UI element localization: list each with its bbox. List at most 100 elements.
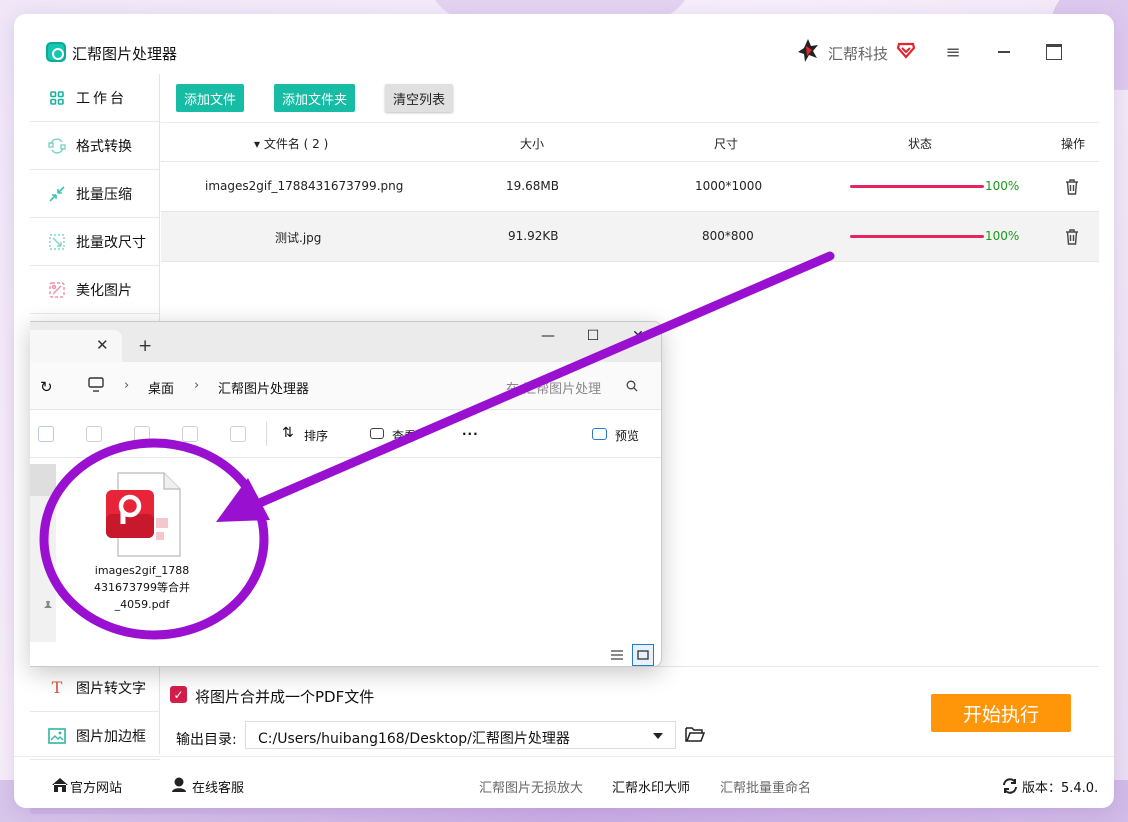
start-button[interactable]: 开始执行	[931, 694, 1071, 732]
sidebar-item-label: 美化图片	[76, 282, 132, 299]
convert-icon	[47, 136, 67, 156]
website-link[interactable]: 官方网站	[70, 777, 122, 796]
delete-icon[interactable]	[230, 426, 246, 442]
progress-percent: 100%	[985, 179, 1020, 193]
chevron-down-icon	[653, 733, 663, 739]
progress-bar	[850, 235, 984, 238]
footer-link-rename[interactable]: 汇帮批量重命名	[720, 777, 811, 796]
sidebar-item-add-frame[interactable]: 图片加边框	[30, 712, 160, 760]
more-options-button[interactable]: ···	[462, 427, 479, 441]
support-link[interactable]: 在线客服	[192, 777, 244, 796]
refresh-icon[interactable]	[1002, 778, 1018, 794]
output-dir-select[interactable]: C:/Users/huibang168/Desktop/汇帮图片处理器	[245, 721, 676, 749]
add-file-button[interactable]: 添加文件	[176, 84, 245, 112]
sidebar-item-label: 批量压缩	[76, 186, 132, 203]
beautify-icon	[47, 280, 67, 300]
sort-icon: ⇅	[282, 425, 294, 441]
menu-icon[interactable]: ≡	[938, 38, 968, 66]
pin-icon	[44, 601, 52, 612]
vip-icon[interactable]	[896, 40, 916, 60]
column-header-status: 状态	[908, 137, 933, 151]
explorer-address-bar: ↻ › 桌面 › 汇帮图片处理器 在 汇帮图片处理	[30, 362, 661, 410]
sidebar-item-resize[interactable]: 批量改尺寸	[30, 218, 160, 266]
tiles-view-icon[interactable]	[632, 644, 654, 666]
paste-icon[interactable]	[86, 426, 102, 442]
file-size: 91.92KB	[508, 229, 559, 243]
merge-pdf-checkbox[interactable]: ✓	[170, 686, 187, 703]
breadcrumb-chevron-icon: ›	[124, 378, 130, 393]
file-name: images2gif_1788431673799.png	[205, 179, 404, 193]
maximize-button[interactable]	[1039, 38, 1069, 66]
table-row[interactable]: images2gif_1788431673799.png 19.68MB 100…	[161, 162, 1099, 212]
folder-open-icon[interactable]	[685, 725, 705, 743]
rename-icon[interactable]	[134, 426, 150, 442]
home-icon	[52, 778, 68, 792]
compress-icon	[47, 184, 67, 204]
file-dimensions: 1000*1000	[695, 179, 763, 193]
explorer-command-bar: ⇅ 排序 查看 ··· 预览	[30, 410, 661, 458]
brand-name: 汇帮科技	[828, 45, 889, 63]
new-tab-icon[interactable]: +	[138, 336, 152, 356]
output-dir-label: 输出目录:	[176, 732, 237, 748]
progress-bar	[850, 185, 984, 188]
explorer-close-button[interactable]: ✕	[628, 328, 648, 344]
add-folder-button[interactable]: 添加文件夹	[274, 84, 356, 112]
explorer-maximize-button[interactable]: ☐	[583, 328, 603, 344]
output-dir-value: C:/Users/huibang168/Desktop/汇帮图片处理器	[258, 731, 570, 747]
explorer-content: images2gif_1788431673799等合并_4059.pdf	[30, 458, 661, 666]
merge-pdf-label: 将图片合并成一个PDF文件	[195, 688, 375, 706]
resize-icon	[47, 232, 67, 252]
breadcrumb-chevron-icon: ›	[194, 378, 200, 393]
breadcrumb-folder[interactable]: 汇帮图片处理器	[218, 378, 309, 397]
file-name: 测试.jpg	[275, 231, 322, 245]
copy-icon[interactable]	[38, 426, 54, 442]
refresh-icon[interactable]: ↻	[40, 378, 53, 396]
explorer-minimize-button[interactable]: —	[538, 328, 558, 344]
table-row[interactable]: 测试.jpg 91.92KB 800*800 100%	[161, 212, 1099, 262]
details-view-icon[interactable]	[606, 644, 628, 666]
view-button[interactable]: 查看	[392, 427, 416, 444]
brand-logo-icon	[798, 39, 818, 62]
column-header-action: 操作	[1061, 137, 1086, 151]
explorer-nav-selected[interactable]	[30, 464, 56, 496]
sidebar-item-workbench[interactable]: 工作台	[30, 74, 160, 122]
pdf-icon[interactable]	[106, 472, 182, 558]
version-label: 版本：5.4.0.	[1022, 781, 1099, 796]
column-header-name[interactable]: ▾ 文件名 ( 2 )	[254, 135, 328, 152]
clear-list-button[interactable]: 清空列表	[385, 84, 454, 112]
footer-link-upscale[interactable]: 汇帮图片无损放大	[479, 777, 583, 796]
delete-icon[interactable]	[1065, 229, 1079, 245]
file-table: ▾ 文件名 ( 2 ) 大小 尺寸 状态 操作 images2gif_17884…	[161, 122, 1099, 262]
sidebar-item-label: 批量改尺寸	[76, 234, 146, 251]
app-logo-icon	[46, 42, 66, 62]
breadcrumb-desktop[interactable]: 桌面	[148, 378, 174, 397]
column-header-dimensions: 尺寸	[714, 137, 739, 151]
options-panel: ✓ 将图片合并成一个PDF文件 输出目录: C:/Users/huibang16…	[161, 666, 1099, 754]
sidebar-item-convert[interactable]: 格式转换	[30, 122, 160, 170]
share-icon[interactable]	[182, 426, 198, 442]
file-explorer-window: ✕ + — ☐ ✕ ↻ › 桌面 › 汇帮图片处理器 在 汇帮图片处理 ⇅ 排序…	[30, 321, 662, 667]
sidebar-item-beautify[interactable]: 美化图片	[30, 266, 160, 314]
sidebar-item-label: 图片转文字	[76, 680, 146, 697]
table-header: ▾ 文件名 ( 2 ) 大小 尺寸 状态 操作	[161, 122, 1099, 162]
minimize-button[interactable]	[989, 38, 1019, 66]
explorer-tab-bar: ✕ + — ☐ ✕	[30, 322, 661, 362]
pdf-file-name[interactable]: images2gif_1788431673799等合并_4059.pdf	[94, 562, 190, 613]
column-header-size: 大小	[520, 137, 545, 151]
file-dimensions: 800*800	[702, 229, 754, 243]
sidebar-item-image-to-text[interactable]: T 图片转文字	[30, 664, 160, 712]
sidebar-item-label: 工作台	[76, 90, 127, 107]
close-tab-icon[interactable]: ✕	[96, 336, 109, 354]
sort-button[interactable]: 排序	[304, 427, 328, 444]
computer-icon[interactable]	[88, 377, 104, 392]
explorer-search-input[interactable]: 在 汇帮图片处理	[506, 378, 601, 397]
delete-icon[interactable]	[1065, 179, 1079, 195]
preview-button[interactable]: 预览	[615, 427, 639, 444]
footer-link-watermark[interactable]: 汇帮水印大师	[612, 777, 690, 796]
sidebar-item-label: 格式转换	[76, 138, 132, 155]
sidebar-item-compress[interactable]: 批量压缩	[30, 170, 160, 218]
file-size: 19.68MB	[506, 179, 559, 193]
preview-icon	[592, 428, 607, 440]
workbench-icon	[47, 88, 67, 108]
support-icon	[172, 777, 186, 792]
